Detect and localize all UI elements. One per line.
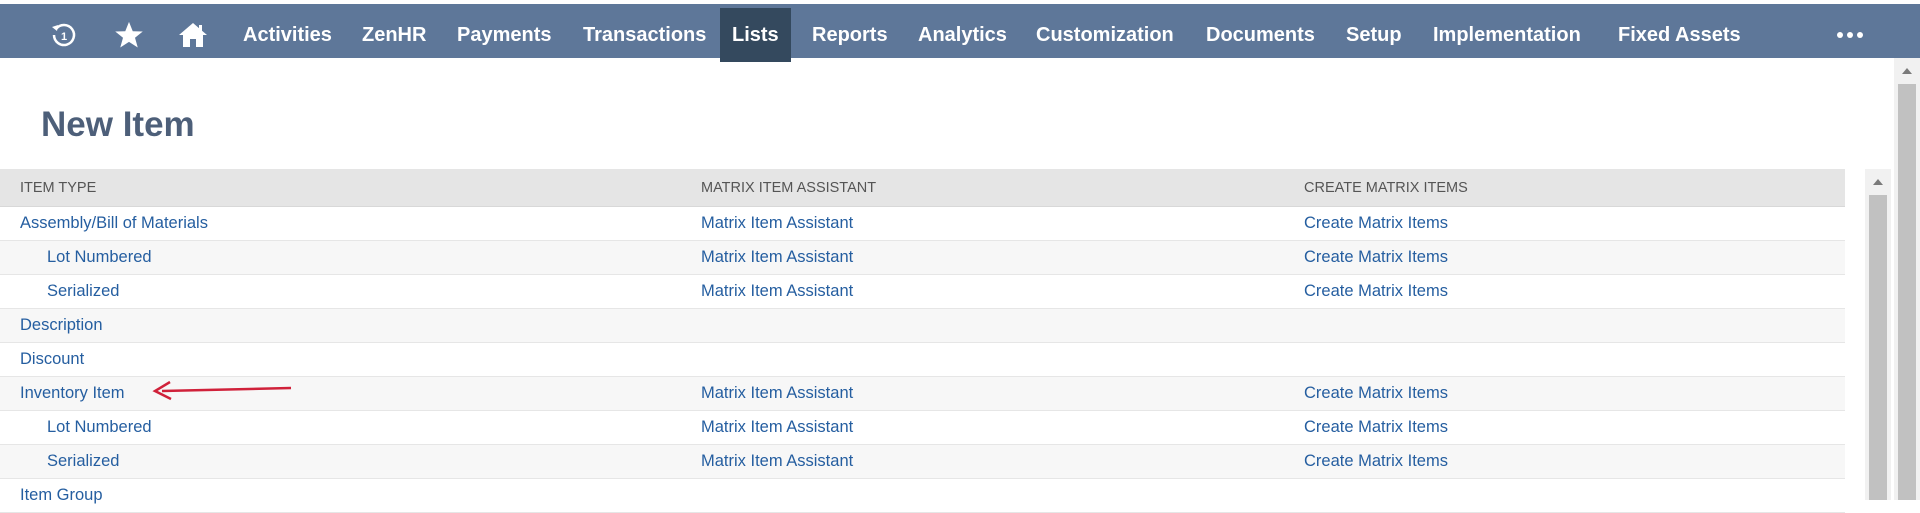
header-matrix-item-assistant[interactable]: MATRIX ITEM ASSISTANT (701, 169, 876, 207)
recent-icon[interactable]: 1 (40, 8, 88, 62)
matrix-item-assistant-link[interactable]: Matrix Item Assistant (701, 445, 853, 478)
item-type-link[interactable]: Discount (20, 343, 84, 376)
table-row: Discount (0, 343, 1845, 377)
table-row: Lot Numbered Matrix Item Assistant Creat… (0, 241, 1845, 275)
nav-item-fixed-assets[interactable]: Fixed Assets (1606, 8, 1753, 62)
nav-item-customization[interactable]: Customization (1024, 8, 1186, 62)
nav-item-activities[interactable]: Activities (231, 8, 344, 62)
nav-item-setup[interactable]: Setup (1334, 8, 1414, 62)
scroll-up-icon[interactable] (1873, 179, 1883, 185)
table-row: Serialized Matrix Item Assistant Create … (0, 275, 1845, 309)
item-type-link[interactable]: Description (20, 309, 103, 342)
item-type-link[interactable]: Serialized (47, 445, 119, 478)
svg-text:1: 1 (61, 31, 67, 43)
nav-item-reports[interactable]: Reports (800, 8, 900, 62)
matrix-item-assistant-link[interactable]: Matrix Item Assistant (701, 275, 853, 308)
item-type-link[interactable]: Assembly/Bill of Materials (20, 207, 208, 240)
page-scrollbar[interactable] (1894, 58, 1920, 500)
matrix-item-assistant-link[interactable]: Matrix Item Assistant (701, 377, 853, 410)
create-matrix-items-link[interactable]: Create Matrix Items (1304, 377, 1448, 410)
more-horizontal-icon[interactable] (1820, 8, 1880, 62)
table-row: Serialized Matrix Item Assistant Create … (0, 445, 1845, 479)
nav-item-zenhr[interactable]: ZenHR (350, 8, 438, 62)
item-type-link[interactable]: Lot Numbered (47, 241, 152, 274)
table-row: Description (0, 309, 1845, 343)
item-type-link[interactable]: Lot Numbered (47, 411, 152, 444)
item-type-link[interactable]: Inventory Item (20, 377, 125, 410)
item-type-table: ITEM TYPE MATRIX ITEM ASSISTANT CREATE M… (0, 169, 1845, 513)
create-matrix-items-link[interactable]: Create Matrix Items (1304, 411, 1448, 444)
table-header: ITEM TYPE MATRIX ITEM ASSISTANT CREATE M… (0, 169, 1845, 207)
nav-item-lists[interactable]: Lists (720, 8, 791, 62)
nav-item-implementation[interactable]: Implementation (1421, 8, 1593, 62)
create-matrix-items-link[interactable]: Create Matrix Items (1304, 445, 1448, 478)
matrix-item-assistant-link[interactable]: Matrix Item Assistant (701, 207, 853, 240)
page-title: New Item (41, 105, 195, 144)
matrix-item-assistant-link[interactable]: Matrix Item Assistant (701, 411, 853, 444)
table-row: Assembly/Bill of Materials Matrix Item A… (0, 207, 1845, 241)
nav-item-transactions[interactable]: Transactions (571, 8, 718, 62)
table-row: Item Group (0, 479, 1845, 513)
page-scrollbar-thumb[interactable] (1898, 84, 1916, 500)
table-scrollbar[interactable] (1865, 169, 1891, 500)
nav-item-analytics[interactable]: Analytics (906, 8, 1019, 62)
table-body: Assembly/Bill of Materials Matrix Item A… (0, 207, 1845, 513)
header-item-type[interactable]: ITEM TYPE (20, 169, 96, 207)
header-create-matrix-items[interactable]: CREATE MATRIX ITEMS (1304, 169, 1468, 207)
scroll-up-icon[interactable] (1902, 68, 1912, 74)
matrix-item-assistant-link[interactable]: Matrix Item Assistant (701, 241, 853, 274)
nav-item-documents[interactable]: Documents (1194, 8, 1327, 62)
nav-item-payments[interactable]: Payments (445, 8, 564, 62)
table-row: Lot Numbered Matrix Item Assistant Creat… (0, 411, 1845, 445)
top-navbar: 1 Activities ZenHR Payments Transactions… (0, 0, 1920, 62)
annotation-arrow-icon (152, 380, 292, 401)
create-matrix-items-link[interactable]: Create Matrix Items (1304, 207, 1448, 240)
create-matrix-items-link[interactable]: Create Matrix Items (1304, 241, 1448, 274)
home-icon[interactable] (169, 8, 217, 62)
star-icon[interactable] (105, 8, 153, 62)
table-scrollbar-thumb[interactable] (1869, 195, 1887, 500)
create-matrix-items-link[interactable]: Create Matrix Items (1304, 275, 1448, 308)
item-type-link[interactable]: Serialized (47, 275, 119, 308)
item-type-link[interactable]: Item Group (20, 479, 103, 512)
